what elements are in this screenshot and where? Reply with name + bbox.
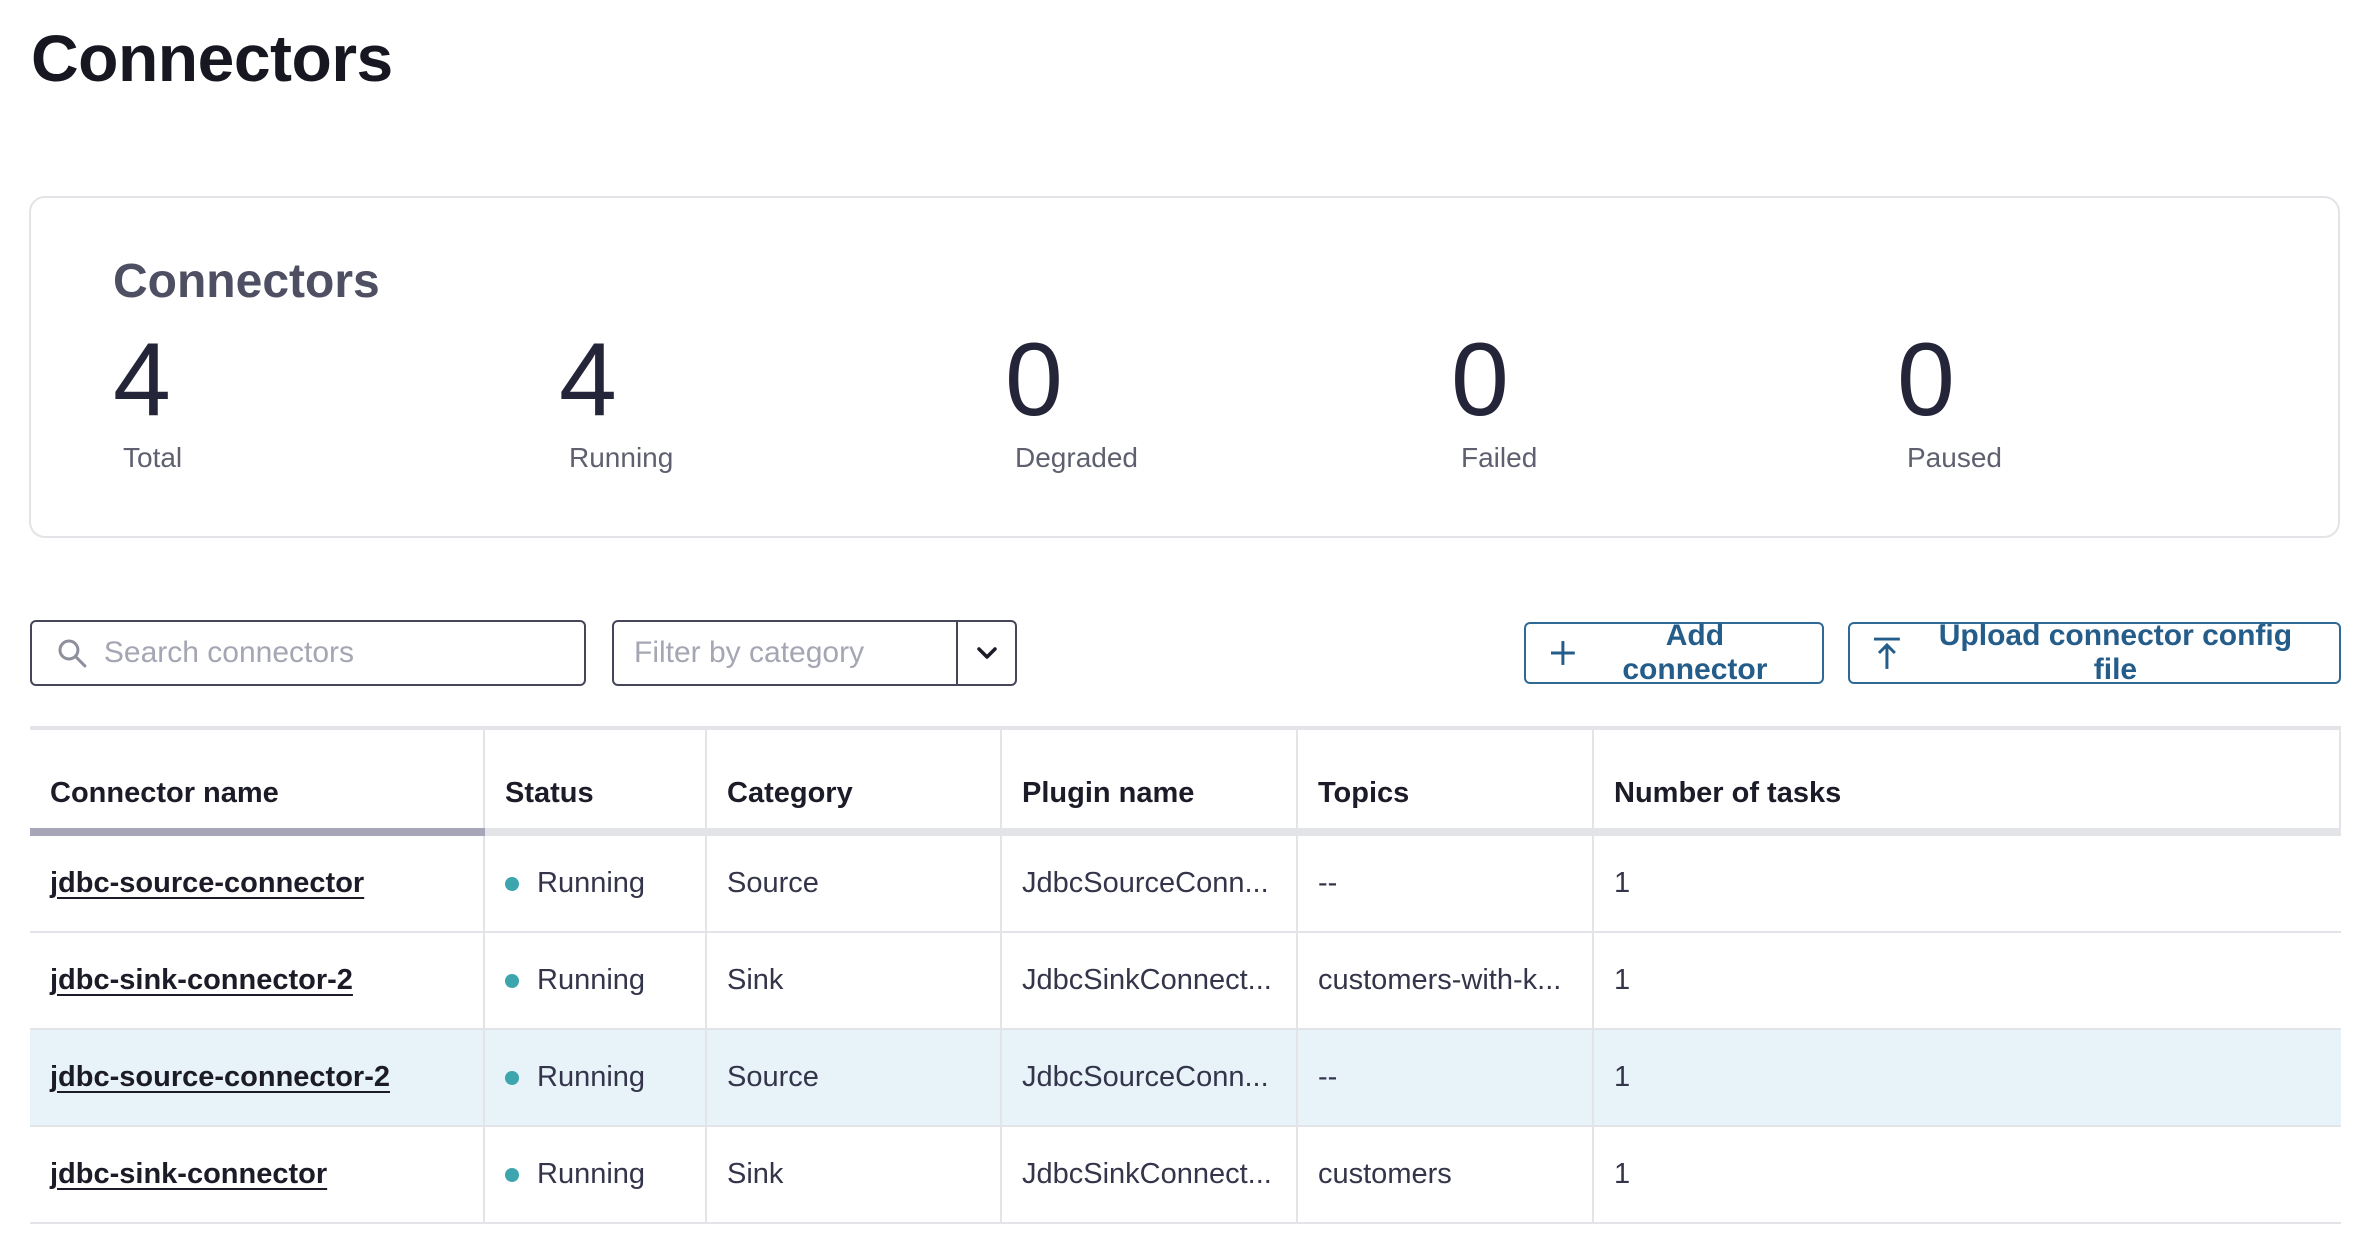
status-dot-icon <box>505 973 519 988</box>
upload-icon <box>1873 637 1900 669</box>
status-dot-icon <box>505 1167 519 1182</box>
search-field[interactable] <box>30 620 586 686</box>
tasks-cell: 1 <box>1614 1158 1631 1190</box>
table-row[interactable]: jdbc-source-connector Running Source Jdb… <box>30 836 2341 933</box>
topics-cell: customers-with-k... <box>1298 933 1594 1028</box>
upload-config-label: Upload connector config file <box>1938 619 2293 686</box>
category-cell: Sink <box>707 1127 1002 1222</box>
category-cell: Sink <box>707 933 1002 1028</box>
table-row[interactable]: jdbc-sink-connector-2 Running Sink JdbcS… <box>30 933 2341 1030</box>
summary-title: Connectors <box>113 255 380 308</box>
chevron-down-icon <box>976 647 997 659</box>
add-connector-button[interactable]: Add connector <box>1524 619 1824 686</box>
category-cell: Source <box>707 836 1002 931</box>
status-dot-icon <box>505 1070 519 1085</box>
column-header-number-of-tasks[interactable]: Number of tasks <box>1594 730 2341 828</box>
connectors-summary-card: Connectors 4 Total 4 Running 0 Degraded … <box>29 196 2340 538</box>
add-connector-label: Add connector <box>1622 619 1768 686</box>
status-dot-icon <box>505 876 519 891</box>
search-input[interactable] <box>101 635 584 671</box>
topics-cell: -- <box>1298 1030 1594 1125</box>
column-header-category[interactable]: Category <box>707 730 1002 828</box>
status-text: Running <box>537 1061 646 1093</box>
stat-label: Degraded <box>1015 442 1138 473</box>
plus-icon <box>1550 641 1575 665</box>
connector-name-cell: jdbc-sink-connector <box>30 1127 485 1222</box>
stat-value: 0 <box>1897 322 1955 438</box>
sort-indicator <box>30 828 485 836</box>
filter-dropdown-toggle[interactable] <box>956 622 1015 684</box>
stat-paused: 0 Paused <box>1897 328 2117 474</box>
status-text: Running <box>537 867 646 899</box>
stat-value: 4 <box>559 322 617 438</box>
table-row[interactable]: jdbc-sink-connector Running Sink JdbcSin… <box>30 1127 2341 1224</box>
status-cell: Running <box>485 1030 707 1125</box>
status-cell: Running <box>485 1127 707 1222</box>
column-header-plugin-name[interactable]: Plugin name <box>1002 730 1298 828</box>
connector-name-cell: jdbc-source-connector-2 <box>30 1030 485 1125</box>
connector-name-link[interactable]: jdbc-sink-connector-2 <box>50 964 353 997</box>
plugin-name-cell: JdbcSinkConnect... <box>1002 1127 1298 1222</box>
stat-degraded: 0 Degraded <box>1005 328 1225 474</box>
search-icon <box>58 639 87 668</box>
connectors-table: Connector name Status Category Plugin na… <box>30 726 2341 1224</box>
stat-label: Running <box>569 442 674 473</box>
stat-label: Total <box>123 442 183 473</box>
connector-name-cell: jdbc-source-connector <box>30 836 485 931</box>
stat-failed: 0 Failed <box>1451 328 1671 474</box>
tasks-cell: 1 <box>1614 1061 1631 1093</box>
table-row[interactable]: jdbc-source-connector-2 Running Source J… <box>30 1030 2341 1127</box>
connector-name-link[interactable]: jdbc-sink-connector <box>50 1158 327 1191</box>
plugin-name-cell: JdbcSinkConnect... <box>1002 933 1298 1028</box>
category-cell: Source <box>707 1030 1002 1125</box>
status-cell: Running <box>485 933 707 1028</box>
connector-name-link[interactable]: jdbc-source-connector-2 <box>50 1061 390 1094</box>
stat-value: 0 <box>1451 322 1509 438</box>
plugin-name-cell: JdbcSourceConn... <box>1002 836 1298 931</box>
plugin-name-cell: JdbcSourceConn... <box>1002 1030 1298 1125</box>
status-cell: Running <box>485 836 707 931</box>
status-text: Running <box>537 1158 646 1190</box>
column-header-status[interactable]: Status <box>485 730 707 828</box>
tasks-cell: 1 <box>1614 867 1631 899</box>
column-header-topics[interactable]: Topics <box>1298 730 1594 828</box>
connector-name-cell: jdbc-sink-connector-2 <box>30 933 485 1028</box>
page-title: Connectors <box>31 21 393 95</box>
table-header-row: Connector name Status Category Plugin na… <box>30 730 2341 836</box>
column-header-connector-name[interactable]: Connector name <box>30 730 485 828</box>
stat-total: 4 Total <box>113 328 333 474</box>
stat-value: 0 <box>1005 322 1063 438</box>
upload-config-button[interactable]: Upload connector config file <box>1848 619 2341 686</box>
connector-name-link[interactable]: jdbc-source-connector <box>50 867 364 900</box>
category-filter[interactable] <box>612 620 1017 686</box>
stat-value: 4 <box>113 322 171 438</box>
stat-running: 4 Running <box>559 328 779 474</box>
tasks-cell: 1 <box>1614 964 1631 996</box>
topics-cell: -- <box>1298 836 1594 931</box>
filter-input[interactable] <box>614 635 956 671</box>
status-text: Running <box>537 964 646 996</box>
topics-cell: customers <box>1298 1127 1594 1222</box>
stat-label: Paused <box>1907 442 2002 473</box>
stat-label: Failed <box>1461 442 1538 473</box>
